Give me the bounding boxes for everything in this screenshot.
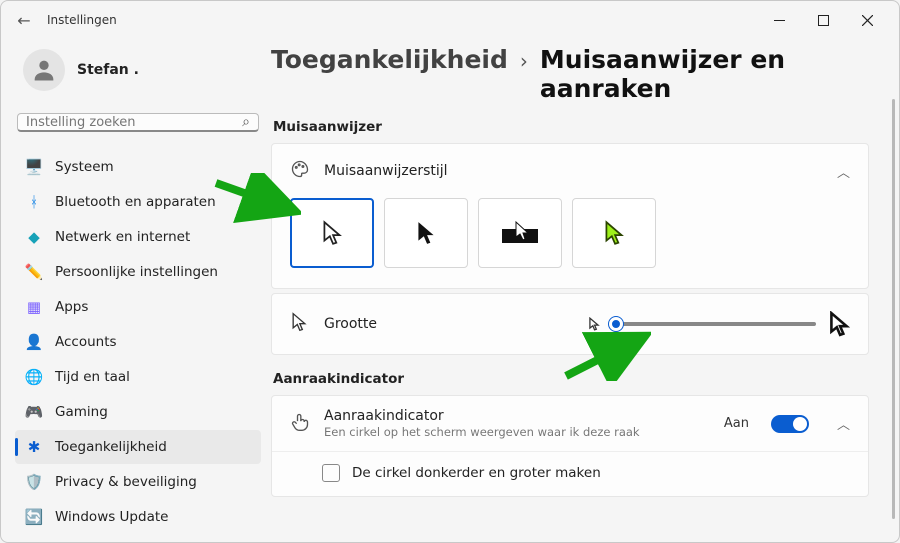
nav-item-update[interactable]: 🔄 Windows Update	[15, 500, 261, 534]
close-icon	[862, 15, 873, 26]
maximize-icon	[818, 15, 829, 26]
avatar	[23, 49, 65, 91]
sidebar: Stefan . ⌕ 🖥️ Systeem ᚼ Bluetooth en appara…	[1, 39, 271, 542]
user-name: Stefan .	[77, 62, 139, 78]
section-pointer-label: Muisaanwijzer	[273, 119, 869, 135]
profile-block[interactable]: Stefan .	[15, 43, 261, 109]
cursor-inverted-icon	[498, 219, 542, 247]
pointer-style-options	[272, 198, 868, 288]
cursor-small-icon	[588, 317, 600, 331]
nav-label: Tijd en taal	[55, 369, 130, 385]
touch-indicator-title: Aanraakindicator	[324, 408, 710, 424]
pointer-style-black[interactable]	[384, 198, 468, 268]
bt-icon: ᚼ	[25, 193, 43, 211]
nav-label: Accounts	[55, 334, 117, 350]
cursor-white-icon	[321, 220, 343, 246]
update-icon: 🔄	[25, 508, 43, 526]
pointer-style-custom[interactable]	[572, 198, 656, 268]
pointer-style-label: Muisaanwijzerstijl	[324, 163, 823, 179]
pointer-style-header[interactable]: Muisaanwijzerstijl ︿	[272, 144, 868, 198]
pointer-style-card: Muisaanwijzerstijl ︿	[271, 143, 869, 289]
main-content: Toegankelijkheid › Muisaanwijzer en aanr…	[271, 39, 899, 542]
size-label: Grootte	[324, 316, 574, 332]
darker-circle-checkbox[interactable]	[322, 464, 340, 482]
nav-item-bt[interactable]: ᚼ Bluetooth en apparaten	[15, 185, 261, 219]
maximize-button[interactable]	[801, 5, 845, 35]
size-slider[interactable]	[612, 322, 816, 326]
pointer-style-white[interactable]	[290, 198, 374, 268]
chevron-up-icon: ︿	[837, 162, 850, 181]
privacy-icon: 🛡️	[25, 473, 43, 491]
apps-icon: ▦	[25, 298, 43, 316]
settings-window: ← Instellingen Stefan . ⌕ 🖥️Syst	[0, 0, 900, 543]
slider-thumb[interactable]	[609, 317, 623, 331]
search-box[interactable]: ⌕	[17, 113, 259, 132]
minimize-icon	[774, 15, 785, 26]
nav-label: Systeem	[55, 159, 114, 175]
scrollbar[interactable]	[892, 99, 895, 519]
nav-label: Apps	[55, 299, 88, 315]
darker-circle-row[interactable]: De cirkel donkerder en groter maken	[272, 451, 868, 496]
nav-label: Persoonlijke instellingen	[55, 264, 218, 280]
nav-item-net[interactable]: ◆ Netwerk en internet	[15, 220, 261, 254]
close-button[interactable]	[845, 5, 889, 35]
search-input[interactable]	[26, 115, 242, 130]
search-icon: ⌕	[242, 114, 250, 130]
chevron-up-icon: ︿	[837, 414, 850, 433]
nav-item-apps[interactable]: ▦ Apps	[15, 290, 261, 324]
gaming-icon: 🎮	[25, 403, 43, 421]
nav-label: Bluetooth en apparaten	[55, 194, 216, 210]
person-icon	[30, 56, 58, 84]
touch-icon	[290, 412, 310, 436]
darker-circle-label: De cirkel donkerder en groter maken	[352, 465, 601, 481]
system-icon: 🖥️	[25, 158, 43, 176]
cursor-black-icon	[415, 220, 437, 246]
window-title: Instellingen	[47, 13, 117, 27]
nav-label: Toegankelijkheid	[55, 439, 167, 455]
time-icon: 🌐	[25, 368, 43, 386]
nav-list: 🖥️ Systeem ᚼ Bluetooth en apparaten ◆ Netwerk…	[15, 150, 261, 534]
cursor-icon	[290, 312, 310, 336]
breadcrumb-separator-icon: ›	[520, 49, 528, 73]
nav-label: Windows Update	[55, 509, 168, 525]
nav-item-time[interactable]: 🌐 Tijd en taal	[15, 360, 261, 394]
cursor-green-icon	[603, 220, 625, 246]
touch-indicator-toggle[interactable]	[771, 415, 809, 433]
touch-indicator-subtitle: Een cirkel op het scherm weergeven waar …	[324, 425, 710, 439]
pointer-size-card: Grootte	[271, 293, 869, 355]
back-button[interactable]: ←	[11, 11, 37, 30]
breadcrumb-parent[interactable]: Toegankelijkheid	[271, 45, 508, 74]
nav-label: Privacy & beveiliging	[55, 474, 197, 490]
palette-icon	[290, 159, 310, 183]
size-slider-group	[588, 311, 850, 337]
access-icon: ✱	[25, 438, 43, 456]
nav-item-personal[interactable]: ✏️ Persoonlijke instellingen	[15, 255, 261, 289]
nav-item-accounts[interactable]: 👤 Accounts	[15, 325, 261, 359]
accounts-icon: 👤	[25, 333, 43, 351]
nav-item-privacy[interactable]: 🛡️ Privacy & beveiliging	[15, 465, 261, 499]
nav-item-gaming[interactable]: 🎮 Gaming	[15, 395, 261, 429]
touch-indicator-row[interactable]: Aanraakindicator Een cirkel op het scher…	[272, 396, 868, 451]
nav-item-system[interactable]: 🖥️ Systeem	[15, 150, 261, 184]
nav-item-access[interactable]: ✱ Toegankelijkheid	[15, 430, 261, 464]
personal-icon: ✏️	[25, 263, 43, 281]
titlebar: ← Instellingen	[1, 1, 899, 39]
breadcrumb: Toegankelijkheid › Muisaanwijzer en aanr…	[271, 39, 869, 109]
toggle-state-label: Aan	[724, 416, 749, 431]
touch-indicator-card: Aanraakindicator Een cirkel op het scher…	[271, 395, 869, 497]
pointer-style-inverted[interactable]	[478, 198, 562, 268]
page-title: Muisaanwijzer en aanraken	[540, 45, 869, 103]
nav-label: Netwerk en internet	[55, 229, 190, 245]
cursor-large-icon	[828, 311, 850, 337]
nav-label: Gaming	[55, 404, 108, 420]
section-touch-label: Aanraakindicator	[273, 371, 869, 387]
minimize-button[interactable]	[757, 5, 801, 35]
net-icon: ◆	[25, 228, 43, 246]
